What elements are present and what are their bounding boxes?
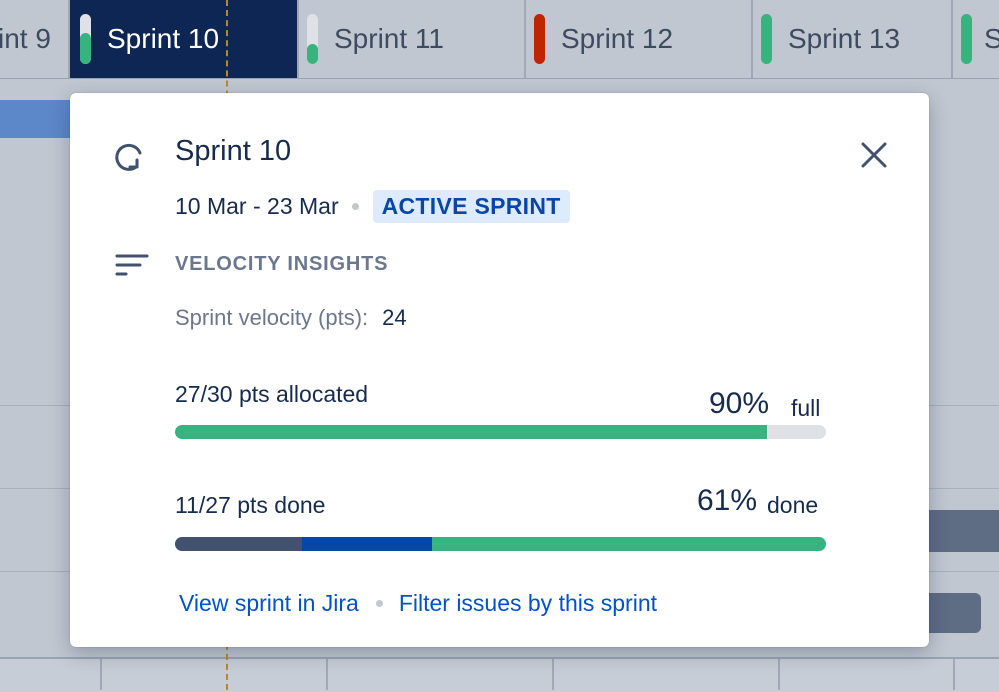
section-title: VELOCITY INSIGHTS <box>175 253 389 275</box>
separator-dot <box>375 600 383 607</box>
allocated-progress-fill <box>175 425 768 439</box>
done-progress-segment <box>175 537 302 551</box>
sprint-tab-label: int 9 <box>0 23 51 54</box>
footer-cell <box>552 659 780 690</box>
sprint-tab-label: Sprint 10 <box>107 23 220 54</box>
allocated-suffix: full <box>791 395 821 421</box>
sprint-progress-indicator <box>80 14 91 64</box>
timeline-bar[interactable] <box>929 510 999 552</box>
sprint-details-popup: Sprint 10 10 Mar - 23 Mar ACTIVE SPRINT … <box>70 93 929 647</box>
sprint-tab-label: Sprint 11 <box>334 23 444 54</box>
sprint-velocity: Sprint velocity (pts): 24 <box>175 305 407 331</box>
view-in-jira-link[interactable]: View sprint in Jira <box>179 590 359 617</box>
sprint-progress-indicator <box>307 14 318 64</box>
status-badge: ACTIVE SPRINT <box>372 189 570 223</box>
sprint-status-indicator <box>961 14 972 64</box>
allocated-label: 27/30 pts allocated <box>175 381 369 407</box>
done-progress-segment <box>432 537 826 551</box>
separator-dot <box>351 202 359 210</box>
sprint-tab-10[interactable]: Sprint 10 <box>70 0 299 78</box>
sprint-tab-label: Sprint 12 <box>561 23 674 54</box>
done-label: 11/27 pts done <box>175 492 326 518</box>
done-suffix: done <box>767 492 819 518</box>
sprint-tab-13[interactable]: Sprint 13 <box>753 0 953 78</box>
allocated-progress-bar <box>175 425 826 439</box>
sprint-meta-row: 10 Mar - 23 Mar ACTIVE SPRINT <box>175 189 570 223</box>
footer-cell <box>326 659 554 690</box>
sprint-tab-9[interactable]: int 9 <box>0 0 70 78</box>
done-progress-segment <box>301 537 433 551</box>
allocated-percent: 90% <box>709 387 770 420</box>
sprint-tab-12[interactable]: Sprint 12 <box>526 0 753 78</box>
sprint-tab-label: Sprint 13 <box>788 23 901 54</box>
sprint-status-indicator <box>761 14 772 64</box>
velocity-label: Sprint velocity (pts): <box>175 305 369 330</box>
sprint-tab-label: S <box>984 23 999 54</box>
footer-cell <box>0 659 102 690</box>
velocity-value: 24 <box>382 305 407 330</box>
timeline-bar[interactable] <box>0 100 70 138</box>
popup-links: View sprint in Jira Filter issues by thi… <box>179 590 657 617</box>
close-icon[interactable] <box>856 137 892 173</box>
insights-lines-icon <box>115 254 149 276</box>
timeline-bar[interactable] <box>929 593 981 633</box>
filter-issues-link[interactable]: Filter issues by this sprint <box>399 590 657 617</box>
popup-title: Sprint 10 <box>175 135 292 167</box>
sprint-tab-11[interactable]: Sprint 11 <box>299 0 526 78</box>
sprint-status-indicator <box>534 14 545 64</box>
footer-cell <box>778 659 955 690</box>
sprint-cycle-icon <box>115 143 142 171</box>
sprint-tab-strip: int 9 Sprint 10 Sprint 11 Sprint 12 Spri… <box>0 0 999 79</box>
done-progress-bar <box>175 537 826 551</box>
sprint-tab-14[interactable]: S <box>953 0 999 78</box>
footer-cell <box>100 659 328 690</box>
done-percent: 61% <box>697 484 758 517</box>
sprint-dates: 10 Mar - 23 Mar <box>175 192 339 219</box>
